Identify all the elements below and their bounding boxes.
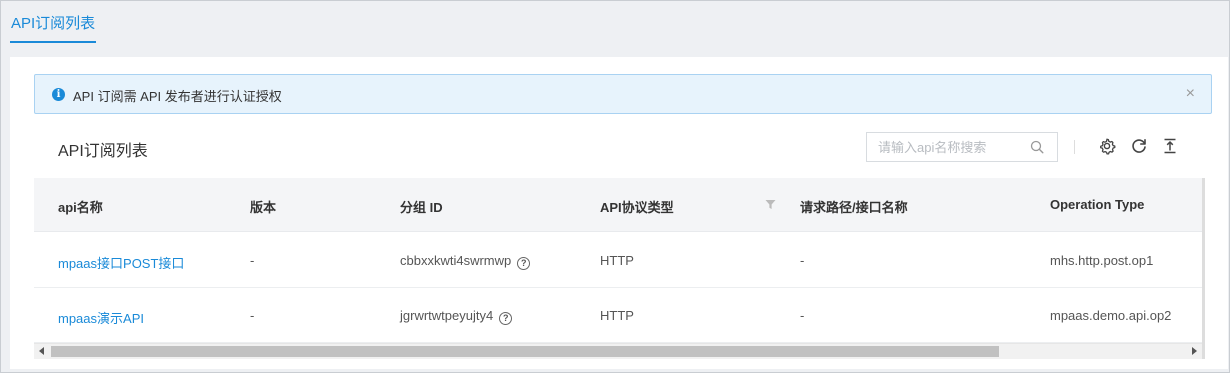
- info-alert: i API 订阅需 API 发布者进行认证授权 ×: [34, 74, 1212, 114]
- group-id-cell: jgrwrtwtpeyujty4?: [400, 308, 513, 325]
- column-header-protocol: API协议类型: [600, 200, 674, 215]
- table-row: mpaas接口POST接口 - cbbxxkwti4swrmwp? HTTP -…: [34, 233, 1202, 288]
- subscription-table: api名称 版本 分组 ID API协议类型 请求路径/接口名称 Operati…: [34, 178, 1202, 348]
- search-input[interactable]: [867, 133, 1027, 161]
- export-icon[interactable]: [1161, 137, 1179, 155]
- scroll-left-icon[interactable]: [39, 347, 44, 355]
- operation-type-cell: mhs.http.post.op1: [1050, 253, 1154, 268]
- search-box: [866, 132, 1058, 162]
- group-id-value: cbbxxkwti4swrmwp: [400, 253, 512, 268]
- main-card: i API 订阅需 API 发布者进行认证授权 × API订阅列表 api名称 …: [10, 57, 1228, 369]
- help-icon[interactable]: ?: [499, 312, 513, 325]
- protocol-cell: HTTP: [600, 308, 634, 323]
- column-header-api-name: api名称: [58, 200, 103, 215]
- column-header-group-id: 分组 ID: [400, 200, 443, 215]
- tab-api-subscription-list[interactable]: API订阅列表: [10, 14, 97, 43]
- settings-icon[interactable]: [1098, 137, 1116, 155]
- api-name-link[interactable]: mpaas演示API: [58, 308, 144, 327]
- page-title: API订阅列表: [58, 143, 148, 160]
- version-cell: -: [250, 253, 255, 268]
- version-cell: -: [250, 308, 255, 323]
- filter-icon[interactable]: [765, 199, 776, 210]
- protocol-cell: HTTP: [600, 253, 634, 268]
- group-id-cell: cbbxxkwti4swrmwp?: [400, 253, 531, 270]
- alert-text: API 订阅需 API 发布者进行认证授权: [73, 89, 282, 104]
- scroll-right-icon[interactable]: [1192, 347, 1197, 355]
- toolbar-divider: [1074, 140, 1075, 154]
- table-right-edge: [1202, 178, 1205, 359]
- api-name-link[interactable]: mpaas接口POST接口: [58, 253, 184, 272]
- info-icon: i: [52, 88, 65, 101]
- close-icon[interactable]: ×: [1186, 85, 1195, 103]
- help-icon[interactable]: ?: [517, 257, 531, 270]
- column-header-operation-type: Operation Type: [1050, 197, 1145, 212]
- table-header: api名称 版本 分组 ID API协议类型 请求路径/接口名称 Operati…: [34, 178, 1202, 232]
- group-id-value: jgrwrtwtpeyujty4: [400, 308, 494, 323]
- operation-type-cell: mpaas.demo.api.op2: [1050, 308, 1172, 323]
- horizontal-scrollbar[interactable]: [34, 343, 1202, 359]
- request-path-cell: -: [800, 253, 805, 268]
- column-header-version: 版本: [250, 200, 277, 215]
- refresh-icon[interactable]: [1130, 137, 1148, 155]
- request-path-cell: -: [800, 308, 805, 323]
- search-icon[interactable]: [1030, 140, 1044, 154]
- scrollbar-thumb[interactable]: [51, 346, 999, 357]
- table-row: mpaas演示API - jgrwrtwtpeyujty4? HTTP - mp…: [34, 288, 1202, 343]
- top-tab-bar: API订阅列表: [1, 1, 1229, 57]
- column-header-request-path: 请求路径/接口名称: [800, 200, 908, 215]
